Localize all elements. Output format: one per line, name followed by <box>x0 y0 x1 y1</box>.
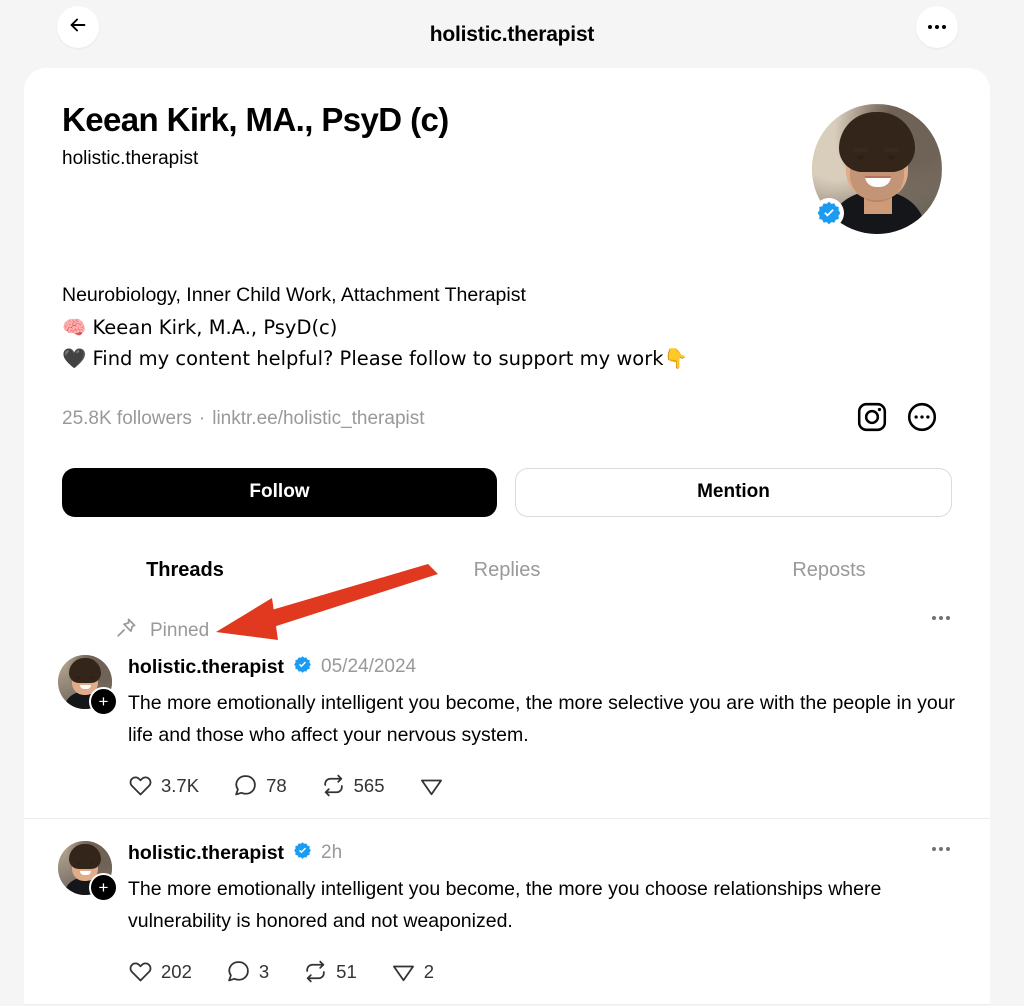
profile-link[interactable]: linktr.ee/holistic_therapist <box>212 408 424 429</box>
post-text: The more emotionally intelligent you bec… <box>128 878 882 932</box>
follow-plus-icon[interactable]: + <box>89 687 118 716</box>
follow-plus-icon[interactable]: + <box>89 873 118 903</box>
post-timestamp: 05/24/2024 <box>321 656 417 677</box>
pinned-label: Pinned <box>150 619 210 641</box>
post-body: + holistic.therapist 05/24/2024 The more… <box>58 655 956 798</box>
bio-line-3: 🖤 Find my content helpful? Please follow… <box>62 347 688 371</box>
followers-count[interactable]: 25.8K followers <box>62 408 192 429</box>
post-username[interactable]: holistic.therapist <box>128 842 284 865</box>
like-count: 3.7K <box>161 774 200 796</box>
post-more-button[interactable] <box>932 616 950 620</box>
post-more-button[interactable] <box>932 847 950 852</box>
comment-count: 78 <box>266 774 287 796</box>
post-verified-icon <box>293 655 312 679</box>
profile-names: Keean Kirk, MA., PsyD (c) holistic.thera… <box>62 101 449 171</box>
more-circle-icon[interactable] <box>906 401 938 438</box>
meta-separator: · <box>198 408 206 430</box>
post-item[interactable]: Pinned + holistic.therapist 05/24/2024 T… <box>24 588 990 820</box>
profile-actions: Follow Mention <box>62 467 952 547</box>
comment-action[interactable]: 3 <box>226 959 269 984</box>
repost-count: 51 <box>336 960 357 982</box>
post-actions: 202 3 51 2 <box>128 959 956 984</box>
mention-button[interactable]: Mention <box>515 467 952 517</box>
post-header: holistic.therapist 2h <box>128 841 956 865</box>
post-username[interactable]: holistic.therapist <box>128 656 284 679</box>
repost-action[interactable]: 565 <box>321 773 385 798</box>
post-text: The more emotionally intelligent you bec… <box>128 692 956 746</box>
like-count: 202 <box>161 960 192 982</box>
pin-icon <box>114 616 138 645</box>
post-actions: 3.7K 78 565 <box>128 773 956 798</box>
instagram-icon[interactable] <box>856 401 888 438</box>
bio-line-1: Neurobiology, Inner Child Work, Attachme… <box>62 284 526 306</box>
comment-count: 3 <box>258 960 270 982</box>
comment-action[interactable]: 78 <box>233 773 287 798</box>
profile-identity-row: Keean Kirk, MA., PsyD (c) holistic.thera… <box>62 101 952 234</box>
arrow-left-icon <box>67 14 89 41</box>
post-body: + holistic.therapist 2h The more emotion… <box>58 841 956 984</box>
post-content: holistic.therapist 2h The more emotional… <box>128 841 956 984</box>
verified-badge-icon <box>814 198 844 228</box>
follow-button[interactable]: Follow <box>62 467 497 517</box>
share-action[interactable] <box>419 773 452 798</box>
top-more-button[interactable] <box>916 6 958 48</box>
like-action[interactable]: 3.7K <box>128 773 199 798</box>
profile-social-icons <box>856 401 938 438</box>
page-title: holistic.therapist <box>429 23 595 46</box>
top-bar: holistic.therapist <box>0 0 1024 70</box>
back-button[interactable] <box>57 6 99 48</box>
profile-meta: 25.8K followers · linktr.ee/holistic_thera… <box>62 408 425 430</box>
profile-card: Keean Kirk, MA., PsyD (c) holistic.thera… <box>24 68 990 601</box>
share-action[interactable]: 2 <box>391 959 434 984</box>
post-item[interactable]: + holistic.therapist 2h The more emotion… <box>24 819 990 1006</box>
post-avatar[interactable]: + <box>58 655 118 798</box>
profile-meta-row: 25.8K followers · linktr.ee/holistic_thera… <box>62 401 952 438</box>
profile-handle: holistic.therapist <box>62 147 199 169</box>
post-content: holistic.therapist 05/24/2024 The more e… <box>128 655 956 798</box>
post-header: holistic.therapist 05/24/2024 <box>128 655 956 679</box>
like-action[interactable]: 202 <box>128 959 192 984</box>
more-horizontal-icon <box>932 616 950 620</box>
repost-action[interactable]: 51 <box>303 959 357 984</box>
pinned-indicator: Pinned <box>114 616 956 645</box>
display-name: Keean Kirk, MA., PsyD (c) <box>62 101 449 138</box>
post-avatar[interactable]: + <box>58 841 118 984</box>
post-feed: Pinned + holistic.therapist 05/24/2024 T… <box>24 588 990 1006</box>
profile-bio: Neurobiology, Inner Child Work, Attachme… <box>62 280 952 375</box>
repost-count: 565 <box>353 774 385 796</box>
profile-section: Keean Kirk, MA., PsyD (c) holistic.thera… <box>24 68 990 547</box>
more-horizontal-icon <box>928 25 946 29</box>
share-count: 2 <box>423 960 435 982</box>
post-verified-icon <box>293 841 312 865</box>
bio-line-2: 🧠 Keean Kirk, M.A., PsyD(c) <box>62 315 338 339</box>
profile-avatar[interactable] <box>812 104 942 234</box>
more-horizontal-icon <box>932 847 950 852</box>
post-timestamp: 2h <box>321 842 343 864</box>
